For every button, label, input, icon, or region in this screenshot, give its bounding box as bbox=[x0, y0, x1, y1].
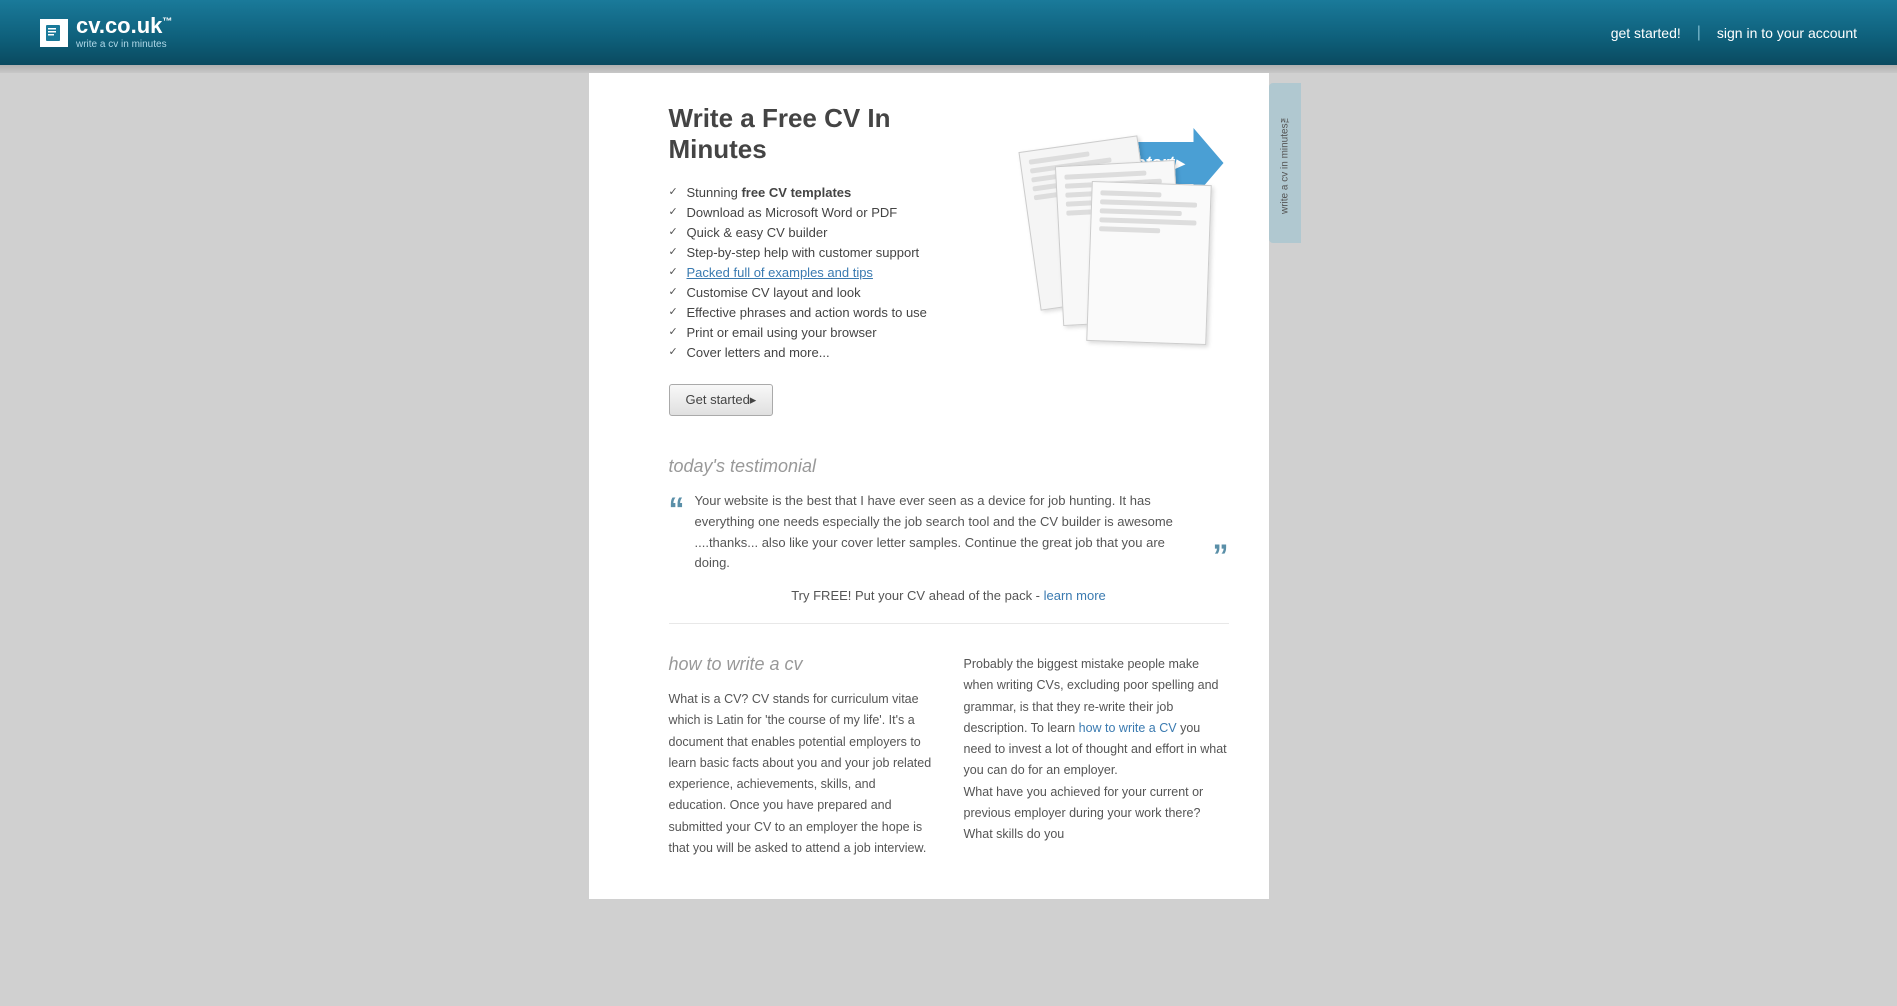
feature-item: Print or email using your browser bbox=[669, 325, 989, 340]
hero-section: Write a Free CV In Minutes Stunning free… bbox=[669, 103, 1229, 416]
content-wrapper: write a cv in minutes™ Write a Free CV I… bbox=[0, 73, 1897, 899]
nav-get-started[interactable]: get started! bbox=[1611, 25, 1681, 41]
feature-item: Step-by-step help with customer support bbox=[669, 245, 989, 260]
cv-paper-front bbox=[1086, 181, 1212, 345]
feature-item: Stunning free CV templates bbox=[669, 185, 989, 200]
feature-list: Stunning free CV templates Download as M… bbox=[669, 185, 989, 360]
testimonial-text: Your website is the best that I have eve… bbox=[695, 491, 1203, 574]
nav-divider: | bbox=[1697, 24, 1701, 42]
main-content: write a cv in minutes™ Write a Free CV I… bbox=[589, 73, 1269, 899]
cv-preview-area bbox=[1009, 103, 1229, 343]
quote-mark-left: “ bbox=[669, 493, 685, 525]
try-free-text: Try FREE! Put your CV ahead of the pack … bbox=[791, 588, 1043, 603]
logo-tagline: write a cv in minutes bbox=[76, 39, 172, 50]
feature-item: Packed full of examples and tips bbox=[669, 265, 989, 280]
logo-area: cv.co.uk™ write a cv in minutes bbox=[40, 15, 172, 50]
try-free-line: Try FREE! Put your CV ahead of the pack … bbox=[669, 588, 1229, 603]
how-to-col2: Probably the biggest mistake people make… bbox=[964, 654, 1229, 859]
hero-left: Write a Free CV In Minutes Stunning free… bbox=[669, 103, 989, 416]
quote-mark-right: ” bbox=[1213, 540, 1229, 572]
how-to-col1-text: What is a CV? CV stands for curriculum v… bbox=[669, 689, 934, 859]
logo-text: cv.co.uk™ bbox=[76, 15, 172, 37]
left-sidebar bbox=[199, 73, 589, 899]
side-tab[interactable]: write a cv in minutes™ bbox=[1269, 83, 1301, 243]
hero-right: start▸ bbox=[1009, 103, 1229, 343]
testimonial-body: “ Your website is the best that I have e… bbox=[669, 491, 1229, 574]
testimonial-section: today's testimonial “ Your website is th… bbox=[669, 456, 1229, 624]
how-to-col2-para2: What have you achieved for your current … bbox=[964, 782, 1229, 846]
how-to-section: how to write a cv What is a CV? CV stand… bbox=[669, 654, 1229, 859]
feature-item: Cover letters and more... bbox=[669, 345, 989, 360]
how-to-title: how to write a cv bbox=[669, 654, 934, 675]
how-to-write-link[interactable]: how to write a CV bbox=[1079, 721, 1177, 735]
feature-item: Quick & easy CV builder bbox=[669, 225, 989, 240]
logo-text-area: cv.co.uk™ write a cv in minutes bbox=[76, 15, 172, 50]
header-separator bbox=[0, 65, 1897, 73]
header: cv.co.uk™ write a cv in minutes get star… bbox=[0, 0, 1897, 65]
how-to-col1: how to write a cv What is a CV? CV stand… bbox=[669, 654, 934, 859]
nav-sign-in[interactable]: sign in to your account bbox=[1717, 25, 1857, 41]
learn-more-link[interactable]: learn more bbox=[1044, 588, 1106, 603]
feature-item: Download as Microsoft Word or PDF bbox=[669, 205, 989, 220]
hero-title: Write a Free CV In Minutes bbox=[669, 103, 989, 165]
testimonial-title: today's testimonial bbox=[669, 456, 1229, 477]
feature-item: Customise CV layout and look bbox=[669, 285, 989, 300]
feature-item: Effective phrases and action words to us… bbox=[669, 305, 989, 320]
how-to-col2-text: Probably the biggest mistake people make… bbox=[964, 654, 1229, 782]
right-sidebar bbox=[1269, 73, 1699, 899]
nav-area: get started! | sign in to your account bbox=[1611, 24, 1857, 42]
logo-icon bbox=[40, 19, 68, 47]
get-started-button[interactable]: Get started▸ bbox=[669, 384, 774, 416]
